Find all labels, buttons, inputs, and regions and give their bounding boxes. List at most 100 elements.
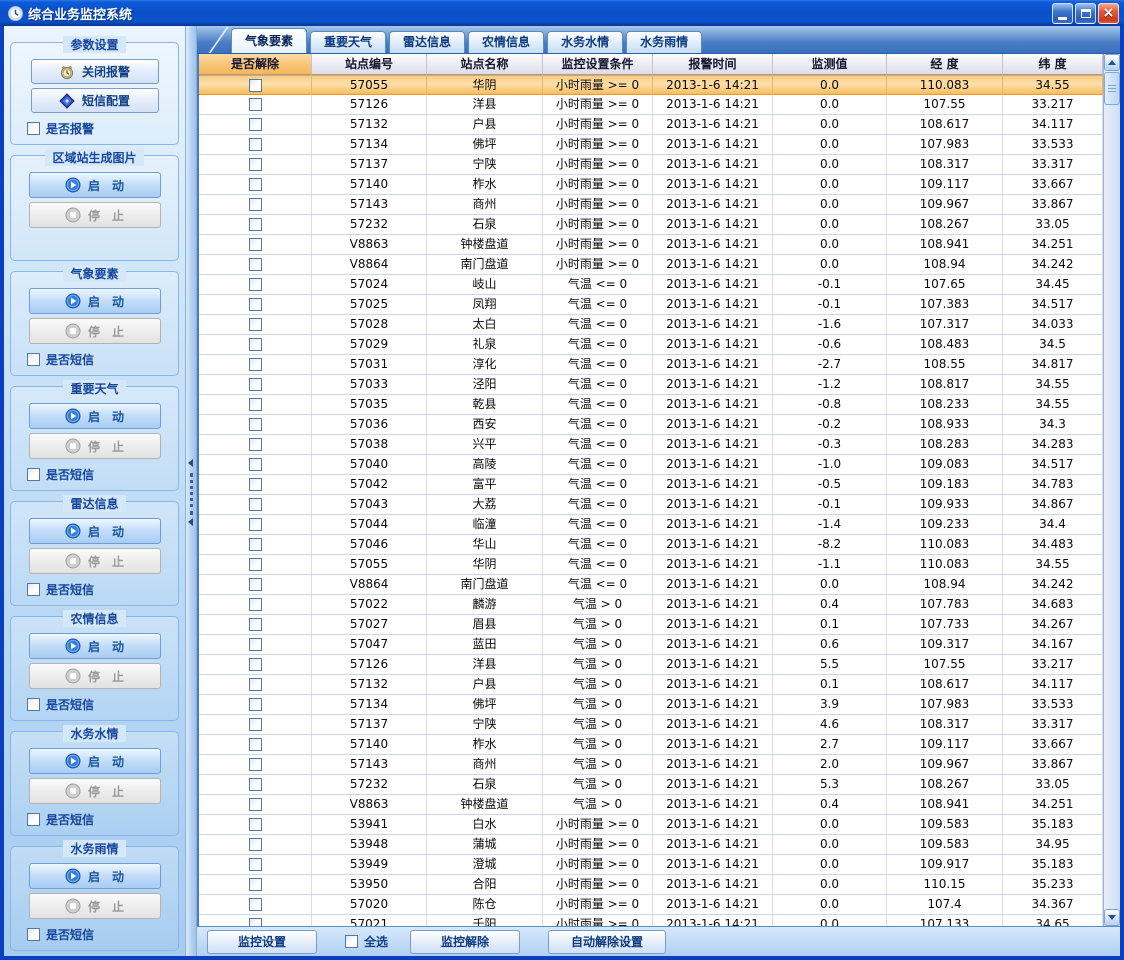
table-row[interactable]: V8863钟楼盘道气温 > 02013-1-6 14:210.4108.9413… bbox=[199, 795, 1103, 815]
collapse-left-icon[interactable] bbox=[188, 459, 193, 467]
column-header-7[interactable]: 纬 度 bbox=[1003, 54, 1103, 75]
start-button[interactable]: 启 动 bbox=[29, 863, 161, 889]
scroll-thumb[interactable] bbox=[1104, 72, 1120, 105]
row-checkbox[interactable] bbox=[249, 898, 262, 911]
group-checkbox[interactable]: 是否短信 bbox=[27, 926, 172, 943]
monitor-release-button[interactable]: 监控解除 bbox=[410, 930, 520, 954]
row-checkbox[interactable] bbox=[249, 298, 262, 311]
row-checkbox[interactable] bbox=[249, 278, 262, 291]
start-button[interactable]: 启 动 bbox=[29, 518, 161, 544]
checkbox-box[interactable] bbox=[27, 122, 40, 135]
row-checkbox[interactable] bbox=[249, 498, 262, 511]
scroll-up-button[interactable] bbox=[1104, 54, 1120, 71]
row-checkbox[interactable] bbox=[249, 858, 262, 871]
table-row[interactable]: 57143商州气温 > 02013-1-6 14:212.0109.96733.… bbox=[199, 755, 1103, 775]
row-checkbox[interactable] bbox=[249, 118, 262, 131]
column-header-1[interactable]: 站点编号 bbox=[312, 54, 427, 75]
column-header-0[interactable]: 是否解除 bbox=[199, 54, 312, 75]
column-header-2[interactable]: 站点名称 bbox=[427, 54, 543, 75]
table-row[interactable]: 57055华阴气温 <= 02013-1-6 14:21-1.1110.0833… bbox=[199, 555, 1103, 575]
table-row[interactable]: 57028太白气温 <= 02013-1-6 14:21-1.6107.3173… bbox=[199, 315, 1103, 335]
row-checkbox[interactable] bbox=[249, 518, 262, 531]
table-row[interactable]: 57140柞水小时雨量 >= 02013-1-6 14:210.0109.117… bbox=[199, 175, 1103, 195]
vertical-scrollbar[interactable] bbox=[1103, 54, 1120, 926]
table-row[interactable]: 57047蓝田气温 > 02013-1-6 14:210.6109.31734.… bbox=[199, 635, 1103, 655]
column-header-4[interactable]: 报警时间 bbox=[653, 54, 773, 75]
collapse-left-icon[interactable] bbox=[188, 518, 193, 526]
row-checkbox[interactable] bbox=[249, 818, 262, 831]
row-checkbox[interactable] bbox=[249, 158, 262, 171]
table-row[interactable]: V8864南门盘道气温 <= 02013-1-6 14:210.0108.943… bbox=[199, 575, 1103, 595]
group-checkbox[interactable]: 是否短信 bbox=[27, 696, 172, 713]
group-checkbox[interactable]: 是否报警 bbox=[27, 120, 172, 137]
table-row[interactable]: 57040高陵气温 <= 02013-1-6 14:21-1.0109.0833… bbox=[199, 455, 1103, 475]
column-header-5[interactable]: 监测值 bbox=[773, 54, 887, 75]
row-checkbox[interactable] bbox=[249, 618, 262, 631]
checkbox-box[interactable] bbox=[27, 468, 40, 481]
table-row[interactable]: 57036西安气温 <= 02013-1-6 14:21-0.2108.9333… bbox=[199, 415, 1103, 435]
group-checkbox[interactable]: 是否短信 bbox=[27, 581, 172, 598]
table-row[interactable]: 57025凤翔气温 <= 02013-1-6 14:21-0.1107.3833… bbox=[199, 295, 1103, 315]
table-row[interactable]: 57232石泉气温 > 02013-1-6 14:215.3108.26733.… bbox=[199, 775, 1103, 795]
row-checkbox[interactable] bbox=[249, 878, 262, 891]
table-row[interactable]: 57126洋县小时雨量 >= 02013-1-6 14:210.0107.553… bbox=[199, 95, 1103, 115]
table-row[interactable]: V8864南门盘道小时雨量 >= 02013-1-6 14:210.0108.9… bbox=[199, 255, 1103, 275]
stop-button[interactable]: 停 止 bbox=[29, 663, 161, 689]
row-checkbox[interactable] bbox=[249, 458, 262, 471]
start-button[interactable]: 启 动 bbox=[29, 172, 161, 198]
table-row[interactable]: 57043大荔气温 <= 02013-1-6 14:21-0.1109.9333… bbox=[199, 495, 1103, 515]
table-row[interactable]: 57035乾县气温 <= 02013-1-6 14:21-0.8108.2333… bbox=[199, 395, 1103, 415]
table-row[interactable]: 53949澄城小时雨量 >= 02013-1-6 14:210.0109.917… bbox=[199, 855, 1103, 875]
group-checkbox[interactable]: 是否短信 bbox=[27, 466, 172, 483]
row-checkbox[interactable] bbox=[249, 758, 262, 771]
row-checkbox[interactable] bbox=[249, 218, 262, 231]
sms-config-button[interactable]: 短信配置 bbox=[31, 88, 159, 113]
stop-button[interactable]: 停 止 bbox=[29, 433, 161, 459]
row-checkbox[interactable] bbox=[249, 238, 262, 251]
tab-0[interactable]: 气象要素 bbox=[231, 28, 307, 53]
row-checkbox[interactable] bbox=[249, 698, 262, 711]
start-button[interactable]: 启 动 bbox=[29, 748, 161, 774]
row-checkbox[interactable] bbox=[249, 478, 262, 491]
row-checkbox[interactable] bbox=[249, 738, 262, 751]
scroll-down-button[interactable] bbox=[1104, 909, 1120, 926]
row-checkbox[interactable] bbox=[249, 398, 262, 411]
table-row[interactable]: 57137宁陕气温 > 02013-1-6 14:214.6108.31733.… bbox=[199, 715, 1103, 735]
start-button[interactable]: 启 动 bbox=[29, 633, 161, 659]
table-row[interactable]: 57031淳化气温 <= 02013-1-6 14:21-2.7108.5534… bbox=[199, 355, 1103, 375]
row-checkbox[interactable] bbox=[249, 418, 262, 431]
group-checkbox[interactable]: 是否短信 bbox=[27, 811, 172, 828]
table-row[interactable]: 57126洋县气温 > 02013-1-6 14:215.5107.5533.2… bbox=[199, 655, 1103, 675]
stop-button[interactable]: 停 止 bbox=[29, 202, 161, 228]
row-checkbox[interactable] bbox=[249, 98, 262, 111]
group-checkbox[interactable]: 是否短信 bbox=[27, 351, 172, 368]
tab-3[interactable]: 农情信息 bbox=[468, 31, 544, 53]
splitter-grip[interactable] bbox=[190, 473, 193, 515]
row-checkbox[interactable] bbox=[249, 258, 262, 271]
row-checkbox[interactable] bbox=[249, 578, 262, 591]
row-checkbox[interactable] bbox=[249, 918, 262, 926]
start-button[interactable]: 启 动 bbox=[29, 288, 161, 314]
row-checkbox[interactable] bbox=[249, 778, 262, 791]
start-button[interactable]: 启 动 bbox=[29, 403, 161, 429]
table-row[interactable]: 57132户县小时雨量 >= 02013-1-6 14:210.0108.617… bbox=[199, 115, 1103, 135]
close-button[interactable]: × bbox=[1098, 3, 1119, 24]
column-header-6[interactable]: 经 度 bbox=[887, 54, 1003, 75]
row-checkbox[interactable] bbox=[249, 718, 262, 731]
table-row[interactable]: 57044临潼气温 <= 02013-1-6 14:21-1.4109.2333… bbox=[199, 515, 1103, 535]
row-checkbox[interactable] bbox=[249, 138, 262, 151]
table-row[interactable]: 57132户县气温 > 02013-1-6 14:210.1108.61734.… bbox=[199, 675, 1103, 695]
checkbox-box[interactable] bbox=[27, 813, 40, 826]
table-row[interactable]: 53948蒲城小时雨量 >= 02013-1-6 14:210.0109.583… bbox=[199, 835, 1103, 855]
checkbox-box[interactable] bbox=[27, 353, 40, 366]
table-row[interactable]: 57024岐山气温 <= 02013-1-6 14:21-0.1107.6534… bbox=[199, 275, 1103, 295]
checkbox-box[interactable] bbox=[27, 583, 40, 596]
table-row[interactable]: 53941白水小时雨量 >= 02013-1-6 14:210.0109.583… bbox=[199, 815, 1103, 835]
table-row[interactable]: 57137宁陕小时雨量 >= 02013-1-6 14:210.0108.317… bbox=[199, 155, 1103, 175]
table-row[interactable]: 53950合阳小时雨量 >= 02013-1-6 14:210.0110.153… bbox=[199, 875, 1103, 895]
minimize-button[interactable] bbox=[1052, 3, 1073, 24]
table-row[interactable]: 57021千阳小时雨量 >= 02013-1-6 14:210.0107.133… bbox=[199, 915, 1103, 926]
table-row[interactable]: 57038兴平气温 <= 02013-1-6 14:21-0.3108.2833… bbox=[199, 435, 1103, 455]
row-checkbox[interactable] bbox=[249, 538, 262, 551]
row-checkbox[interactable] bbox=[249, 438, 262, 451]
